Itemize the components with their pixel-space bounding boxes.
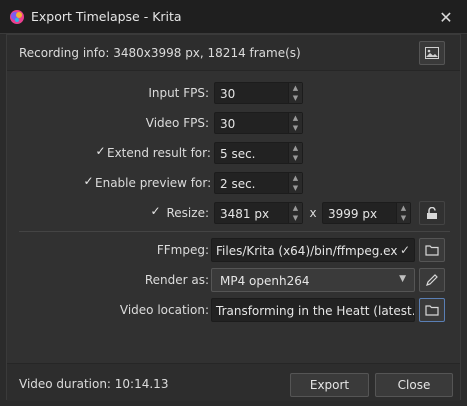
render-as-select[interactable]: MP4 openh264 ▼ (211, 268, 415, 292)
video-fps-label: Video FPS: (145, 116, 209, 130)
recording-info-text: Recording info: 3480x3998 px, 18214 fram… (19, 46, 301, 60)
chevron-up-icon[interactable]: ▲ (293, 83, 298, 93)
video-location-label: Video location: (119, 303, 209, 317)
video-fps-value: 30 (220, 117, 236, 131)
krita-logo-icon (10, 10, 24, 24)
close-icon[interactable]: ✕ (435, 6, 457, 28)
resize-label: Resize: (166, 206, 210, 220)
section-divider (19, 231, 450, 232)
close-button[interactable]: Close (375, 373, 453, 397)
lock-ratio-button[interactable] (419, 201, 445, 225)
spin-arrows[interactable]: ▲ ▼ (288, 83, 302, 103)
resize-checkbox[interactable]: ✓ (149, 205, 162, 218)
extend-result-checkbox[interactable]: ✓ (94, 145, 107, 158)
resize-width-spinbox[interactable]: 3481 px ▲ ▼ (214, 202, 303, 224)
spin-arrows[interactable]: ▲ ▼ (288, 173, 302, 193)
input-fps-value: 30 (220, 87, 236, 101)
chevron-down-icon: ▼ (399, 274, 406, 284)
video-location-browse-button[interactable] (419, 298, 445, 322)
chevron-down-icon[interactable]: ▼ (293, 213, 298, 223)
chevron-down-icon[interactable]: ▼ (293, 153, 298, 163)
export-button[interactable]: Export (290, 373, 369, 397)
render-as-label: Render as: (144, 273, 209, 287)
input-fps-label: Input FPS: (148, 86, 209, 100)
render-as-value: MP4 openh264 (220, 274, 310, 288)
chevron-up-icon[interactable]: ▲ (293, 173, 298, 183)
chevron-down-icon[interactable]: ▼ (293, 93, 298, 103)
enable-preview-value: 2 sec. (220, 177, 256, 191)
enable-preview-checkbox[interactable]: ✓ (82, 175, 95, 188)
check-icon: ✓ (396, 243, 410, 257)
resize-width-value: 3481 px (220, 207, 270, 221)
extend-result-spinbox[interactable]: 5 sec. ▲ ▼ (214, 142, 303, 164)
window-title: Export Timelapse - Krita (31, 9, 182, 24)
title-bar: Export Timelapse - Krita ✕ (0, 0, 467, 34)
video-location-field[interactable]: Transforming in the Heatt (latest.mp4 (211, 298, 415, 322)
video-duration-text: Video duration: 10:14.13 (19, 377, 169, 391)
chevron-up-icon[interactable]: ▲ (293, 113, 298, 123)
resize-height-spinbox[interactable]: 3999 px ▲ ▼ (322, 202, 411, 224)
ffmpeg-browse-button[interactable] (419, 238, 445, 262)
ffmpeg-path-value: Files/Krita (x64)/bin/ffmpeg.exe (216, 244, 405, 258)
enable-preview-spinbox[interactable]: 2 sec. ▲ ▼ (214, 172, 303, 194)
video-fps-spinbox[interactable]: 30 ▲ ▼ (214, 112, 303, 134)
chevron-down-icon[interactable]: ▼ (293, 123, 298, 133)
resize-separator: x (309, 206, 317, 220)
input-fps-spinbox[interactable]: 30 ▲ ▼ (214, 82, 303, 104)
image-icon-glyph (425, 47, 439, 59)
spin-arrows[interactable]: ▲ ▼ (288, 203, 302, 223)
chevron-down-icon[interactable]: ▼ (293, 183, 298, 193)
resize-height-value: 3999 px (328, 207, 378, 221)
extend-result-value: 5 sec. (220, 147, 256, 161)
folder-icon (425, 245, 439, 256)
video-location-value: Transforming in the Heatt (latest.mp4 (216, 304, 415, 318)
ffmpeg-path-field[interactable]: Files/Krita (x64)/bin/ffmpeg.exe ✓ (211, 238, 415, 262)
chevron-down-icon[interactable]: ▼ (401, 213, 406, 223)
spin-arrows[interactable]: ▲ ▼ (288, 113, 302, 133)
spin-arrows[interactable]: ▲ ▼ (288, 143, 302, 163)
enable-preview-label: Enable preview for: (95, 176, 212, 190)
chevron-up-icon[interactable]: ▲ (293, 203, 298, 213)
recording-info-row: Recording info: 3480x3998 px, 18214 fram… (7, 35, 460, 71)
image-icon[interactable] (419, 41, 445, 65)
chevron-up-icon[interactable]: ▲ (401, 203, 406, 213)
dialog-footer: Video duration: 10:14.13 Export Close (7, 363, 460, 401)
render-edit-button[interactable] (419, 268, 445, 292)
unlock-icon (427, 207, 437, 219)
folder-icon (425, 305, 439, 316)
chevron-up-icon[interactable]: ▲ (293, 143, 298, 153)
extend-result-label: Extend result for: (107, 146, 211, 160)
dialog-content: Recording info: 3480x3998 px, 18214 fram… (6, 34, 461, 401)
pencil-icon (426, 274, 438, 286)
spin-arrows[interactable]: ▲ ▼ (396, 203, 410, 223)
ffmpeg-label: FFmpeg: (156, 243, 209, 257)
